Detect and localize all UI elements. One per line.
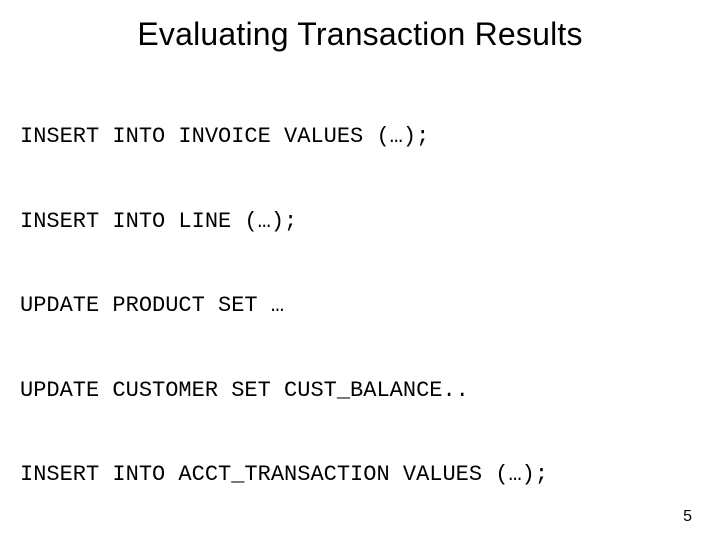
slide-title: Evaluating Transaction Results [28, 16, 692, 53]
sql-code-block: INSERT INTO INVOICE VALUES (…); INSERT I… [20, 67, 692, 540]
slide: Evaluating Transaction Results INSERT IN… [0, 0, 720, 540]
page-number: 5 [683, 508, 692, 526]
code-line: UPDATE CUSTOMER SET CUST_BALANCE.. [20, 377, 692, 405]
code-line: INSERT INTO LINE (…); [20, 208, 692, 236]
code-line: INSERT INTO INVOICE VALUES (…); [20, 123, 692, 151]
code-line: UPDATE PRODUCT SET … [20, 292, 692, 320]
code-line: INSERT INTO ACCT_TRANSACTION VALUES (…); [20, 461, 692, 489]
